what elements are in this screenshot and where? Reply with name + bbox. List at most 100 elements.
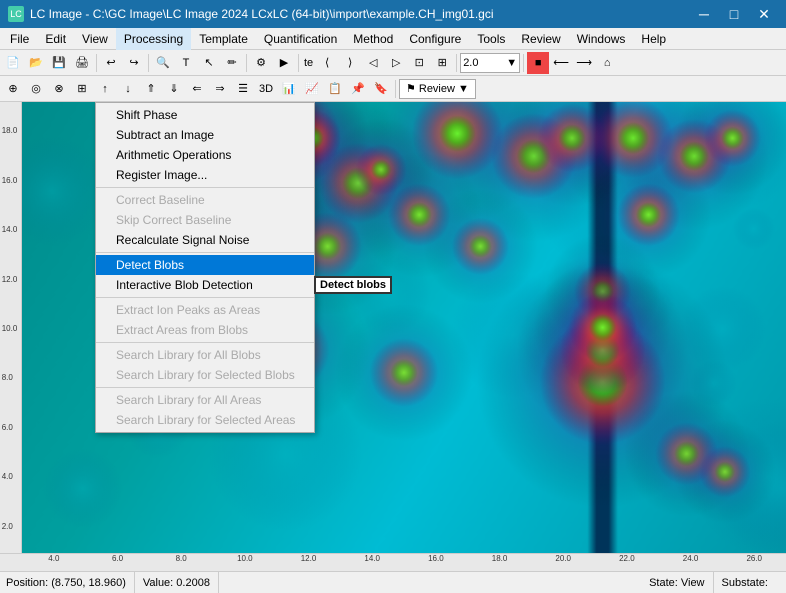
save-button[interactable]: 💾 xyxy=(48,52,70,74)
tb2-btn8[interactable]: ⇓ xyxy=(163,78,185,100)
zoom-dropdown[interactable]: 2.0 ▼ xyxy=(460,53,520,73)
extract-areas-blobs-item[interactable]: Extract Areas from Blobs xyxy=(96,320,314,340)
search-library-areas-item[interactable]: Search Library for All Areas xyxy=(96,390,314,410)
bottom-ruler: 4.0 6.0 8.0 10.0 12.0 14.0 16.0 18.0 20.… xyxy=(0,553,786,571)
menu-configure[interactable]: Configure xyxy=(401,28,469,50)
separator-6 xyxy=(523,54,524,72)
review-label: Review xyxy=(419,83,455,95)
tb2-btn3[interactable]: ⊗ xyxy=(48,78,70,100)
text-button[interactable]: T xyxy=(175,52,197,74)
process-btn2[interactable]: ▶ xyxy=(273,52,295,74)
open-button[interactable]: 📂 xyxy=(25,52,47,74)
y-tick-12: 12.0 xyxy=(2,254,20,303)
menu-file[interactable]: File xyxy=(2,28,37,50)
menu-edit[interactable]: Edit xyxy=(37,28,74,50)
x-tick-6: 6.0 xyxy=(86,554,150,563)
y-tick-8: 8.0 xyxy=(2,353,20,402)
y-tick-6: 6.0 xyxy=(2,403,20,452)
x-tick-12: 12.0 xyxy=(277,554,341,563)
maximize-button[interactable]: □ xyxy=(720,0,748,28)
tb2-btn13[interactable]: 📊 xyxy=(278,78,300,100)
x-tick-14: 14.0 xyxy=(340,554,404,563)
close-button[interactable]: ✕ xyxy=(750,0,778,28)
separator-4 xyxy=(298,54,299,72)
nav-home[interactable]: ⌂ xyxy=(596,52,618,74)
y-tick-10: 10.0 xyxy=(2,304,20,353)
tb2-btn5[interactable]: ↑ xyxy=(94,78,116,100)
menu-view[interactable]: View xyxy=(74,28,116,50)
register-image-item[interactable]: Register Image... xyxy=(96,165,314,185)
tb2-btn2[interactable]: ◎ xyxy=(25,78,47,100)
undo-button[interactable]: ↩ xyxy=(100,52,122,74)
color1-btn[interactable]: ■ xyxy=(527,52,549,74)
dropdown-arrow: ▼ xyxy=(506,57,517,69)
position-section: Position: (8.750, 18.960) xyxy=(6,572,135,593)
y-tick-16: 16.0 xyxy=(2,155,20,204)
tb2-btn9[interactable]: ⇐ xyxy=(186,78,208,100)
section-5: Search Library for All Blobs Search Libr… xyxy=(96,343,314,388)
zoom-out-btn[interactable]: ⟩ xyxy=(339,52,361,74)
review-icon: ⚑ xyxy=(406,82,416,95)
fit-btn[interactable]: ⊡ xyxy=(408,52,430,74)
correct-baseline-item[interactable]: Correct Baseline xyxy=(96,190,314,210)
menu-tools[interactable]: Tools xyxy=(469,28,513,50)
x-tick-26: 26.0 xyxy=(722,554,786,563)
redo-button[interactable]: ↪ xyxy=(123,52,145,74)
review-dropdown[interactable]: ⚑ Review ▼ xyxy=(399,79,476,99)
detect-blobs-tooltip: Detect blobs xyxy=(314,276,392,294)
process-btn1[interactable]: ⚙ xyxy=(250,52,272,74)
tb2-btn6[interactable]: ↓ xyxy=(117,78,139,100)
tb2-btn10[interactable]: ⇒ xyxy=(209,78,231,100)
search-library-selected-blobs-item[interactable]: Search Library for Selected Blobs xyxy=(96,365,314,385)
window-title: LC Image - C:\GC Image\LC Image 2024 LCx… xyxy=(30,7,494,21)
arithmetic-ops-item[interactable]: Arithmetic Operations xyxy=(96,145,314,165)
skip-correct-baseline-item[interactable]: Skip Correct Baseline xyxy=(96,210,314,230)
draw-button[interactable]: ✏ xyxy=(221,52,243,74)
tb2-btn11[interactable]: ☰ xyxy=(232,78,254,100)
x-tick-20: 20.0 xyxy=(531,554,595,563)
y-axis-ticks: 18.0 16.0 14.0 12.0 10.0 8.0 6.0 4.0 2.0 xyxy=(2,104,20,553)
nav-fwd[interactable]: ⟶ xyxy=(573,52,595,74)
cursor-button[interactable]: ↖ xyxy=(198,52,220,74)
position-label: Position: (8.750, 18.960) xyxy=(6,577,126,589)
tb2-btn15[interactable]: 📋 xyxy=(324,78,346,100)
search-library-selected-areas-item[interactable]: Search Library for Selected Areas xyxy=(96,410,314,430)
extract-ion-peaks-item[interactable]: Extract Ion Peaks as Areas xyxy=(96,300,314,320)
tb2-btn7[interactable]: ⇑ xyxy=(140,78,162,100)
menu-template[interactable]: Template xyxy=(191,28,256,50)
pan-left[interactable]: ◁ xyxy=(362,52,384,74)
y-tick-18: 18.0 xyxy=(2,106,20,155)
tb2-btn16[interactable]: 📌 xyxy=(347,78,369,100)
minimize-button[interactable]: ─ xyxy=(690,0,718,28)
section-1: Shift Phase Subtract an Image Arithmetic… xyxy=(96,103,314,188)
shift-phase-item[interactable]: Shift Phase xyxy=(96,105,314,125)
interactive-blob-item[interactable]: Interactive Blob Detection Detect blobs xyxy=(96,275,314,295)
tb2-btn14[interactable]: 📈 xyxy=(301,78,323,100)
zoom-in-btn[interactable]: ⟨ xyxy=(316,52,338,74)
section-2: Correct Baseline Skip Correct Baseline R… xyxy=(96,188,314,253)
new-button[interactable]: 📄 xyxy=(2,52,24,74)
value-section: Value: 0.2008 xyxy=(143,572,219,593)
menu-windows[interactable]: Windows xyxy=(569,28,634,50)
window-controls[interactable]: ─ □ ✕ xyxy=(690,0,778,28)
tb2-btn1[interactable]: ⊕ xyxy=(2,78,24,100)
title-section: LC LC Image - C:\GC Image\LC Image 2024 … xyxy=(8,6,690,22)
subtract-image-item[interactable]: Subtract an Image xyxy=(96,125,314,145)
detect-blobs-item[interactable]: Detect Blobs xyxy=(96,255,314,275)
zoom-rect[interactable]: ⊞ xyxy=(431,52,453,74)
search-library-blobs-item[interactable]: Search Library for All Blobs xyxy=(96,345,314,365)
tb2-btn12[interactable]: 3D xyxy=(255,78,277,100)
menu-help[interactable]: Help xyxy=(633,28,674,50)
tb2-btn4[interactable]: ⊞ xyxy=(71,78,93,100)
menu-quantification[interactable]: Quantification xyxy=(256,28,345,50)
pan-right[interactable]: ▷ xyxy=(385,52,407,74)
menu-processing[interactable]: Processing xyxy=(116,28,191,50)
nav-back[interactable]: ⟵ xyxy=(550,52,572,74)
print-button[interactable]: 🖨 xyxy=(71,52,93,74)
recalculate-signal-item[interactable]: Recalculate Signal Noise xyxy=(96,230,314,250)
tb2-btn17[interactable]: 🔖 xyxy=(370,78,392,100)
zoom-value: 2.0 xyxy=(463,57,478,69)
menu-method[interactable]: Method xyxy=(345,28,401,50)
zoom-button[interactable]: 🔍 xyxy=(152,52,174,74)
menu-review[interactable]: Review xyxy=(513,28,568,50)
